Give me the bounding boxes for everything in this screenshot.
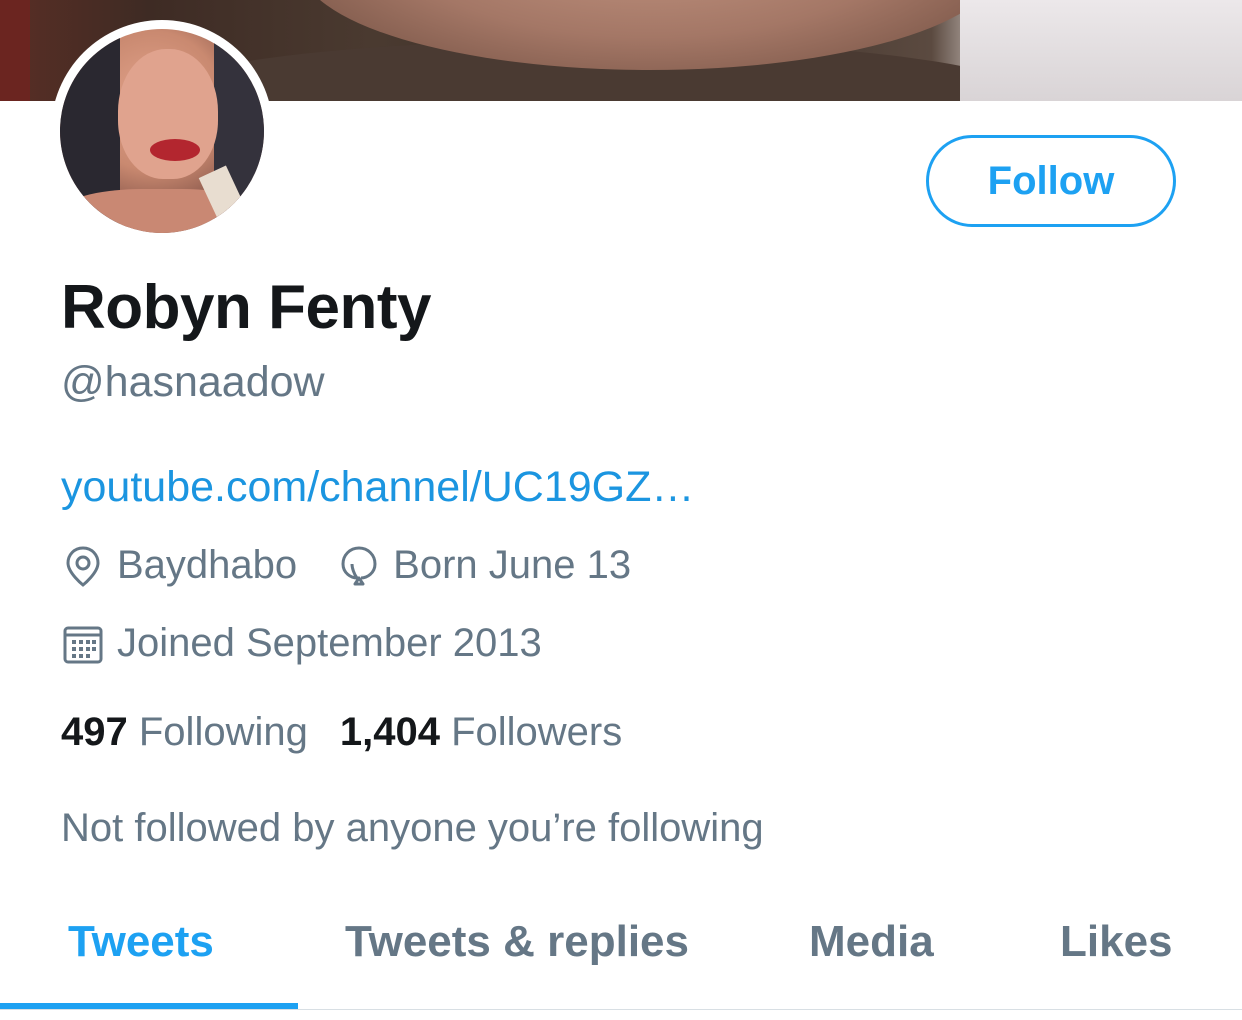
profile-tabs: Tweets Tweets & replies Media Likes xyxy=(0,895,1242,1010)
tab-likes[interactable]: Likes xyxy=(1060,917,1173,967)
calendar-icon xyxy=(63,626,103,663)
follow-button[interactable]: Follow xyxy=(926,135,1176,227)
birthday-text: Born June 13 xyxy=(393,543,632,587)
tab-media[interactable]: Media xyxy=(809,917,934,967)
balloon-icon xyxy=(341,546,377,585)
display-name: Robyn Fenty xyxy=(61,273,431,342)
tab-tweets[interactable]: Tweets xyxy=(68,917,214,967)
banner-detail xyxy=(960,0,1242,101)
followers-number: 1,404 xyxy=(339,710,440,754)
following-number: 497 xyxy=(61,710,128,754)
join-date-text: Joined September 2013 xyxy=(117,621,542,665)
banner-detail xyxy=(0,0,30,101)
avatar-detail xyxy=(150,139,200,161)
location-pin-icon xyxy=(66,545,100,587)
followers-label: Followers xyxy=(451,710,623,754)
mutual-followers-note: Not followed by anyone you’re following xyxy=(61,806,764,850)
followers-count[interactable]: 1,404 Followers xyxy=(340,710,622,755)
following-count[interactable]: 497 Following xyxy=(61,710,308,755)
follow-stats: 497 Following 1,404 Followers xyxy=(61,710,654,755)
user-handle: @hasnaadow xyxy=(61,358,325,406)
avatar[interactable] xyxy=(60,29,264,233)
join-date: Joined September 2013 xyxy=(61,621,542,666)
birthday: Born June 13 xyxy=(337,543,631,588)
tab-tweets-and-replies[interactable]: Tweets & replies xyxy=(345,917,689,967)
tabs-divider xyxy=(0,1009,1242,1010)
profile-meta-row: Baydhabo Born June 13 xyxy=(61,543,671,588)
location-text: Baydhabo xyxy=(117,543,298,587)
website-link[interactable]: youtube.com/channel/UC19GZ… xyxy=(61,463,694,512)
location: Baydhabo xyxy=(61,543,297,588)
profile-meta-row: Joined September 2013 xyxy=(61,621,582,666)
following-label: Following xyxy=(138,710,308,754)
